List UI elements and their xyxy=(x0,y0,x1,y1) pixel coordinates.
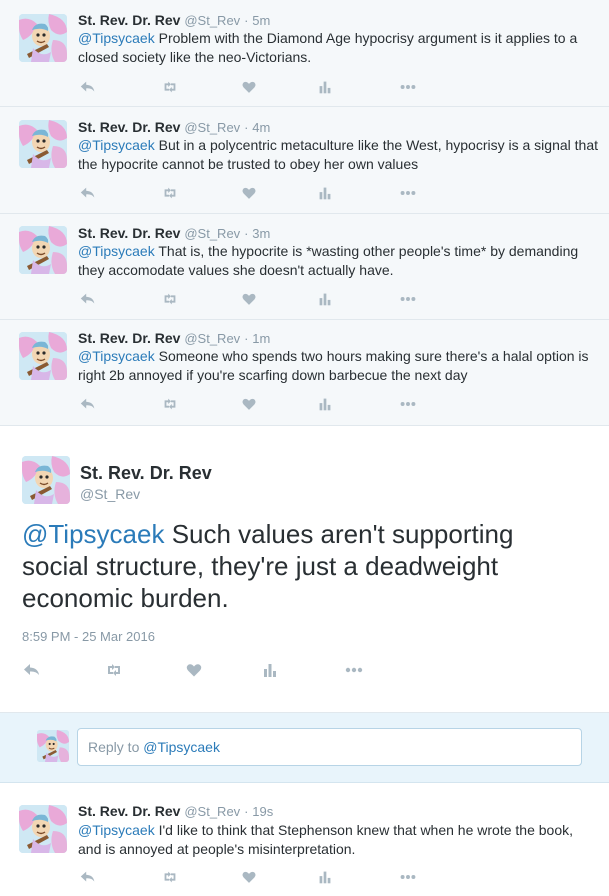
author-fullname[interactable]: St. Rev. Dr. Rev xyxy=(78,12,180,28)
analytics-icon[interactable] xyxy=(315,867,335,887)
context-tweet[interactable]: St. Rev. Dr. Rev @St_Rev · 4m @Tipsycaek… xyxy=(0,107,609,214)
more-icon[interactable] xyxy=(398,394,418,414)
avatar[interactable] xyxy=(19,805,67,853)
reply-tweet[interactable]: St. Rev. Dr. Rev @St_Rev · 19s @Tipsycae… xyxy=(0,783,609,896)
context-tweet[interactable]: St. Rev. Dr. Rev @St_Rev · 5m @Tipsycaek… xyxy=(0,0,609,107)
avatar[interactable] xyxy=(19,226,67,274)
author-screen-name[interactable]: @St_Rev xyxy=(80,486,140,502)
tweet-text: @Tipsycaek Such values aren't supporting… xyxy=(22,518,582,614)
tweet-text: @Tipsycaek Someone who spends two hours … xyxy=(78,347,598,385)
context-tweet[interactable]: St. Rev. Dr. Rev @St_Rev · 1m @Tipsycaek… xyxy=(0,320,609,426)
more-icon[interactable] xyxy=(398,183,418,203)
tweet-time[interactable]: 3m xyxy=(252,226,270,241)
separator-dot: · xyxy=(244,13,249,28)
tweet-body: But in a polycentric metaculture like th… xyxy=(78,137,598,172)
more-icon[interactable] xyxy=(398,77,418,97)
retweet-icon[interactable] xyxy=(160,394,180,414)
mention-link[interactable]: @Tipsycaek xyxy=(78,243,155,259)
more-icon[interactable] xyxy=(398,867,418,887)
author-fullname[interactable]: St. Rev. Dr. Rev xyxy=(78,225,180,241)
analytics-icon[interactable] xyxy=(260,660,280,680)
heart-icon[interactable] xyxy=(184,660,204,680)
tweet-header: St. Rev. Dr. Rev @St_Rev · 4m xyxy=(78,119,270,135)
author-fullname[interactable]: St. Rev. Dr. Rev xyxy=(80,463,212,484)
author-screen-name[interactable]: @St_Rev xyxy=(184,804,240,819)
author-screen-name[interactable]: @St_Rev xyxy=(184,226,240,241)
avatar xyxy=(37,730,69,762)
retweet-icon[interactable] xyxy=(160,867,180,887)
mention-link[interactable]: @Tipsycaek xyxy=(78,30,155,46)
analytics-icon[interactable] xyxy=(315,183,335,203)
tweet-time[interactable]: 19s xyxy=(252,804,273,819)
author-fullname[interactable]: St. Rev. Dr. Rev xyxy=(78,330,180,346)
tweet-text: @Tipsycaek That is, the hypocrite is *wa… xyxy=(78,242,598,280)
context-tweet[interactable]: St. Rev. Dr. Rev @St_Rev · 3m @Tipsycaek… xyxy=(0,214,609,320)
author-fullname[interactable]: St. Rev. Dr. Rev xyxy=(78,803,180,819)
avatar[interactable] xyxy=(19,332,67,380)
separator-dot: · xyxy=(244,120,249,135)
more-icon[interactable] xyxy=(398,289,418,309)
permalink-tweet: St. Rev. Dr. Rev @St_Rev @Tipsycaek Such… xyxy=(0,426,609,713)
reply-icon[interactable] xyxy=(22,660,42,680)
heart-icon[interactable] xyxy=(239,77,259,97)
retweet-icon[interactable] xyxy=(160,77,180,97)
reply-input[interactable]: Reply to @Tipsycaek xyxy=(77,728,582,766)
reply-icon[interactable] xyxy=(78,867,98,887)
heart-icon[interactable] xyxy=(239,867,259,887)
tweet-timestamp[interactable]: 8:59 PM - 25 Mar 2016 xyxy=(22,629,155,644)
reply-icon[interactable] xyxy=(78,394,98,414)
mention-link[interactable]: @Tipsycaek xyxy=(78,822,155,838)
mention-link[interactable]: @Tipsycaek xyxy=(22,519,164,549)
tweet-time[interactable]: 5m xyxy=(252,13,270,28)
author-screen-name[interactable]: @St_Rev xyxy=(184,13,240,28)
heart-icon[interactable] xyxy=(239,289,259,309)
reply-icon[interactable] xyxy=(78,183,98,203)
tweet-text: @Tipsycaek I'd like to think that Stephe… xyxy=(78,821,598,859)
reply-icon[interactable] xyxy=(78,77,98,97)
author-fullname[interactable]: St. Rev. Dr. Rev xyxy=(78,119,180,135)
tweet-header: St. Rev. Dr. Rev @St_Rev · 19s xyxy=(78,803,273,819)
mention-link[interactable]: @Tipsycaek xyxy=(78,348,155,364)
tweet-header: St. Rev. Dr. Rev @St_Rev · 5m xyxy=(78,12,270,28)
reply-prefix: Reply to xyxy=(88,739,144,755)
heart-icon[interactable] xyxy=(239,394,259,414)
avatar[interactable] xyxy=(22,456,70,504)
tweet-header: St. Rev. Dr. Rev @St_Rev · 3m xyxy=(78,225,270,241)
reply-mention: @Tipsycaek xyxy=(143,739,220,755)
tweet-body: Someone who spends two hours making sure… xyxy=(78,348,589,383)
reply-icon[interactable] xyxy=(78,289,98,309)
tweet-time[interactable]: 1m xyxy=(252,331,270,346)
separator-dot: · xyxy=(244,804,249,819)
retweet-icon[interactable] xyxy=(160,183,180,203)
tweet-text: @Tipsycaek Problem with the Diamond Age … xyxy=(78,29,598,67)
avatar[interactable] xyxy=(19,120,67,168)
separator-dot: · xyxy=(244,331,249,346)
retweet-icon[interactable] xyxy=(104,660,124,680)
tweet-header: St. Rev. Dr. Rev @St_Rev · 1m xyxy=(78,330,270,346)
reply-box: Reply to @Tipsycaek xyxy=(0,713,609,783)
more-icon[interactable] xyxy=(344,660,364,680)
tweet-time[interactable]: 4m xyxy=(252,120,270,135)
retweet-icon[interactable] xyxy=(160,289,180,309)
analytics-icon[interactable] xyxy=(315,394,335,414)
author-screen-name[interactable]: @St_Rev xyxy=(184,120,240,135)
author-screen-name[interactable]: @St_Rev xyxy=(184,331,240,346)
separator-dot: · xyxy=(244,226,249,241)
mention-link[interactable]: @Tipsycaek xyxy=(78,137,155,153)
heart-icon[interactable] xyxy=(239,183,259,203)
tweet-text: @Tipsycaek But in a polycentric metacult… xyxy=(78,136,598,174)
analytics-icon[interactable] xyxy=(315,289,335,309)
analytics-icon[interactable] xyxy=(315,77,335,97)
avatar[interactable] xyxy=(19,14,67,62)
